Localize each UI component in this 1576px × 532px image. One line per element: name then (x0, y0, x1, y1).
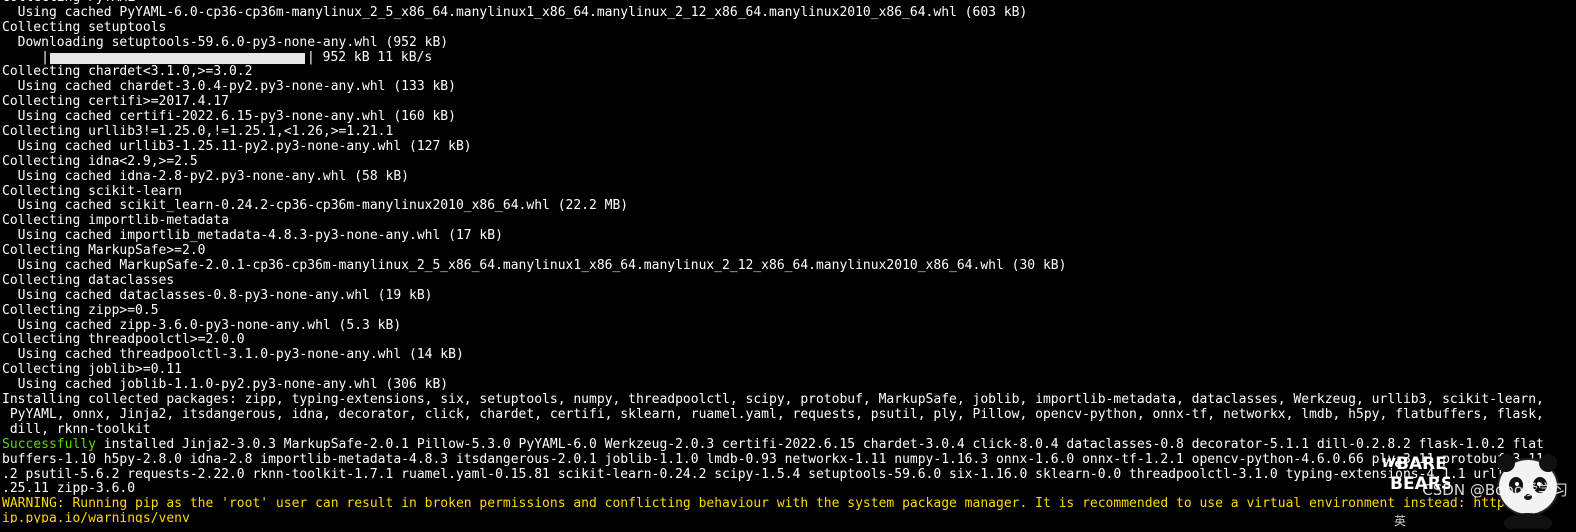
terminal-line: Using cached importlib_metadata-4.8.3-py… (2, 228, 503, 244)
terminal-line: Collecting threadpoolctl>=2.0.0 (2, 332, 245, 348)
terminal-line: PyYAML, onnx, Jinja2, itsdangerous, idna… (2, 406, 1544, 422)
terminal-line: Collecting urllib3!=1.25.0,!=1.25.1,<1.2… (2, 124, 394, 140)
terminal-line: Collecting importlib-metadata (2, 213, 229, 229)
terminal-line: Using cached scikit_learn-0.24.2-cp36-cp… (2, 198, 629, 214)
terminal-line: Collecting certifi>=2017.4.17 (2, 94, 229, 110)
terminal-line: Collecting dataclasses (2, 272, 175, 288)
terminal-line: Using cached PyYAML-6.0-cp36-cp36m-manyl… (2, 4, 1028, 20)
warning-line: WARNING: Running pip as the 'root' user … (2, 496, 1544, 512)
warning-line: ip.pypa.io/warnings/venv (2, 511, 190, 523)
terminal-line: Collecting joblib>=0.11 (2, 362, 183, 378)
terminal-line: Using cached idna-2.8-py2.py3-none-any.w… (2, 168, 409, 184)
terminal-line: Collecting scikit-learn (2, 183, 183, 199)
terminal-line: Using cached chardet-3.0.4-py2.py3-none-… (2, 79, 456, 95)
terminal-line: Installing collected packages: zipp, typ… (2, 392, 1544, 408)
progress-prefix: | (2, 49, 49, 65)
terminal-line: Using cached dataclasses-0.8-py3-none-an… (2, 287, 433, 303)
terminal-line: Using cached MarkupSafe-2.0.1-cp36-cp36m… (2, 258, 1067, 274)
terminal-line: buffers-1.10 h5py-2.8.0 idna-2.8 importl… (2, 451, 1544, 467)
terminal-line: Collecting chardet<3.1.0,>=3.0.2 (2, 64, 253, 80)
terminal-line: .2 psutil-5.6.2 requests-2.22.0 rknn-too… (2, 466, 1544, 482)
terminal-output[interactable]: Collecting PyYAML Using cached PyYAML-6.… (0, 0, 1576, 523)
terminal-line: Using cached zipp-3.6.0-py3-none-any.whl… (2, 317, 402, 333)
terminal-line: Using cached certifi-2022.6.15-py3-none-… (2, 109, 456, 125)
progress-bar (49, 52, 305, 64)
download-progress-line: | | 952 kB 11 kB/s (2, 49, 1576, 66)
terminal-line: Collecting MarkupSafe>=2.0 (2, 243, 206, 259)
terminal-line: Using cached joblib-1.1.0-py2.py3-none-a… (2, 377, 449, 393)
terminal-line: Collecting zipp>=0.5 (2, 302, 159, 318)
terminal-line: .25.11 zipp-3.6.0 (2, 481, 136, 497)
terminal-line: Collecting idna<2.9,>=2.5 (2, 153, 198, 169)
success-highlight: Successfully (2, 436, 96, 452)
success-line: Successfully installed Jinja2-3.0.3 Mark… (2, 436, 1576, 453)
progress-suffix: | 952 kB 11 kB/s (306, 49, 433, 65)
terminal-line: Using cached urllib3-1.25.11-py2.py3-non… (2, 138, 472, 154)
terminal-line: Collecting setuptools (2, 19, 167, 35)
terminal-line: Downloading setuptools-59.6.0-py3-none-a… (2, 34, 449, 50)
terminal-line: Using cached threadpoolctl-3.1.0-py3-non… (2, 347, 464, 363)
terminal-line: dill, rknn-toolkit (2, 421, 151, 437)
success-text: installed Jinja2-3.0.3 MarkupSafe-2.0.1 … (95, 436, 1544, 452)
